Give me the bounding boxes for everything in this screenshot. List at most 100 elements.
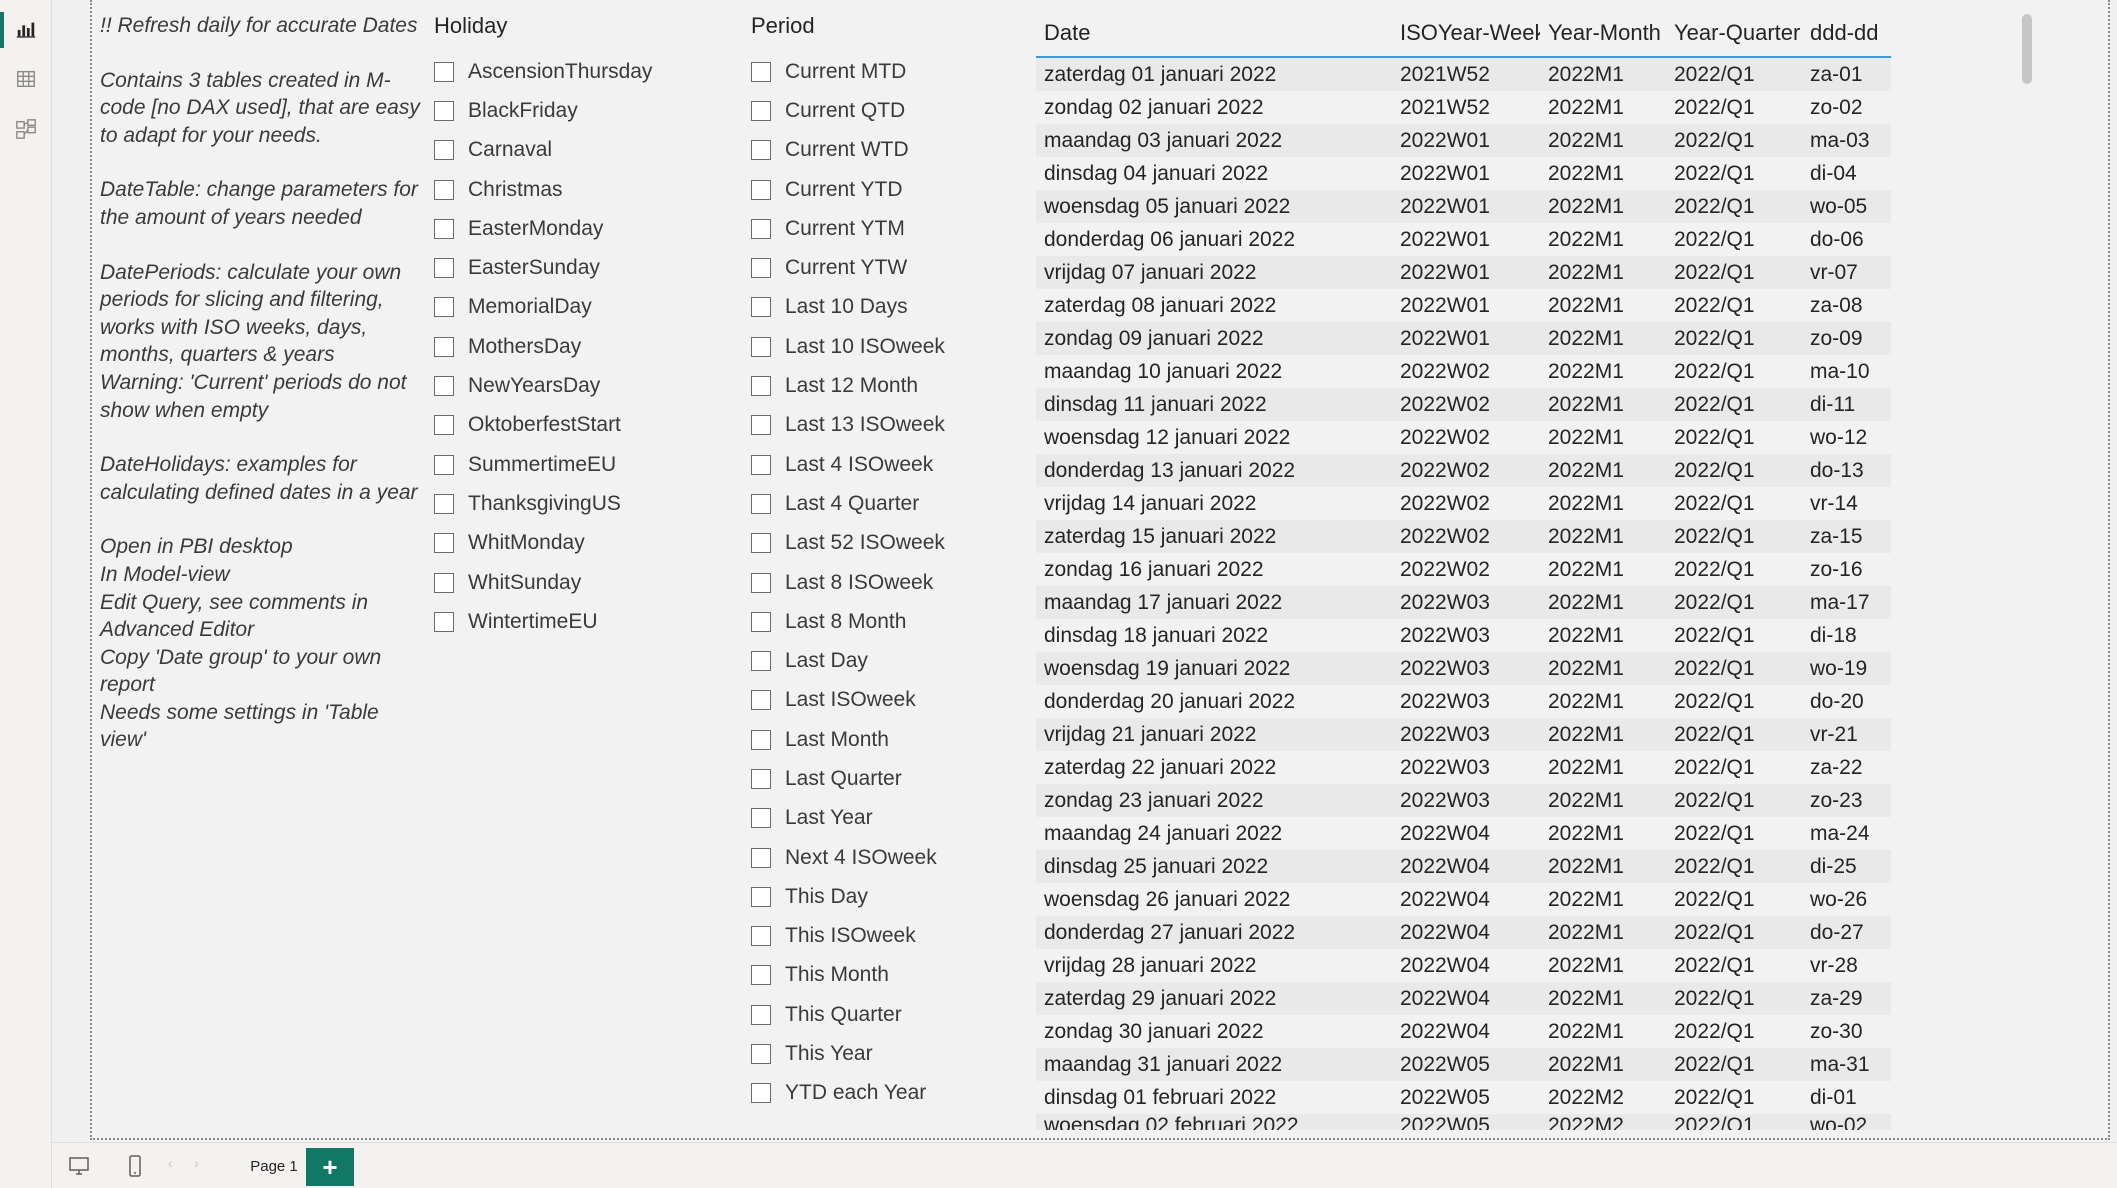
period-item-this-day[interactable]: This Day [751, 877, 1001, 916]
table-row[interactable]: donderdag 13 januari 2022 2022W02 2022M1 20… [1036, 454, 1891, 487]
period-item-last-day[interactable]: Last Day [751, 641, 1001, 680]
table-row[interactable]: maandag 31 januari 2022 2022W05 2022M1 2022… [1036, 1048, 1891, 1081]
period-item-current-ytm[interactable]: Current YTM [751, 209, 1001, 248]
holiday-item-mothersday[interactable]: MothersDay [434, 327, 694, 366]
period-item-current-wtd[interactable]: Current WTD [751, 131, 1001, 170]
table-row[interactable]: maandag 03 januari 2022 2022W01 2022M1 2022… [1036, 124, 1891, 157]
checkbox[interactable] [434, 493, 454, 514]
table-row[interactable]: woensdag 05 januari 2022 2022W01 2022M1 202… [1036, 190, 1891, 223]
column-header-year-month[interactable]: Year-Month [1540, 20, 1666, 46]
desktop-layout-button[interactable] [64, 1153, 94, 1179]
period-item-last-52-isoweek[interactable]: Last 52 ISOweek [751, 524, 1001, 563]
holiday-item-summertimeeu[interactable]: SummertimeEU [434, 445, 694, 484]
holiday-item-eastersunday[interactable]: EasterSunday [434, 248, 694, 287]
checkbox[interactable] [434, 179, 454, 200]
period-item-next-4-isoweek[interactable]: Next 4 ISOweek [751, 838, 1001, 877]
table-row[interactable]: woensdag 12 januari 2022 2022W02 2022M1 202… [1036, 421, 1891, 454]
checkbox[interactable] [434, 100, 454, 121]
table-row[interactable]: woensdag 19 januari 2022 2022W03 2022M1 202… [1036, 652, 1891, 685]
period-item-last-10-days[interactable]: Last 10 Days [751, 288, 1001, 327]
table-row[interactable]: woensdag 02 februari 2022 2022W05 2022M2 20… [1036, 1114, 1891, 1130]
checkbox[interactable] [751, 100, 771, 121]
checkbox[interactable] [434, 533, 454, 554]
checkbox[interactable] [751, 415, 771, 436]
checkbox[interactable] [751, 572, 771, 593]
model-view-button[interactable] [0, 104, 52, 154]
checkbox[interactable] [751, 179, 771, 200]
table-row[interactable]: dinsdag 25 januari 2022 2022W04 2022M1 2022… [1036, 850, 1891, 883]
holiday-item-oktoberfeststart[interactable]: OktoberfestStart [434, 406, 694, 445]
period-item-ytd-each-year[interactable]: YTD each Year [751, 1074, 1001, 1113]
period-item-this-year[interactable]: This Year [751, 1034, 1001, 1073]
checkbox[interactable] [751, 729, 771, 750]
holiday-item-newyearsday[interactable]: NewYearsDay [434, 366, 694, 405]
checkbox[interactable] [434, 415, 454, 436]
column-header-year-quarter[interactable]: Year-Quarter [1666, 20, 1802, 46]
period-item-current-qtd[interactable]: Current QTD [751, 91, 1001, 130]
holiday-item-christmas[interactable]: Christmas [434, 170, 694, 209]
table-row[interactable]: zaterdag 15 januari 2022 2022W02 2022M1 202… [1036, 520, 1891, 553]
period-item-this-isoweek[interactable]: This ISOweek [751, 917, 1001, 956]
checkbox[interactable] [434, 61, 454, 82]
period-item-last-8-month[interactable]: Last 8 Month [751, 602, 1001, 641]
table-row[interactable]: zaterdag 01 januari 2022 2021W52 2022M1 202… [1036, 58, 1891, 91]
checkbox[interactable] [751, 454, 771, 475]
column-header-ddd-dd[interactable]: ddd-dd [1802, 20, 1891, 46]
period-item-this-month[interactable]: This Month [751, 956, 1001, 995]
table-row[interactable]: zondag 02 januari 2022 2021W52 2022M1 2022/… [1036, 91, 1891, 124]
table-row[interactable]: zaterdag 08 januari 2022 2022W01 2022M1 202… [1036, 289, 1891, 322]
period-item-last-isoweek[interactable]: Last ISOweek [751, 681, 1001, 720]
period-item-current-mtd[interactable]: Current MTD [751, 52, 1001, 91]
table-row[interactable]: zaterdag 22 januari 2022 2022W03 2022M1 202… [1036, 751, 1891, 784]
holiday-item-wintertimeeu[interactable]: WintertimeEU [434, 602, 694, 641]
chevron-right-icon[interactable]: › [194, 1155, 199, 1171]
period-item-last-4-isoweek[interactable]: Last 4 ISOweek [751, 445, 1001, 484]
checkbox[interactable] [434, 454, 454, 475]
checkbox[interactable] [434, 611, 454, 632]
checkbox[interactable] [434, 218, 454, 239]
checkbox[interactable] [751, 140, 771, 161]
table-row[interactable]: vrijdag 14 januari 2022 2022W02 2022M1 2022… [1036, 487, 1891, 520]
period-item-current-ytw[interactable]: Current YTW [751, 248, 1001, 287]
table-row[interactable]: dinsdag 04 januari 2022 2022W01 2022M1 2022… [1036, 157, 1891, 190]
checkbox[interactable] [751, 258, 771, 279]
mobile-layout-button[interactable] [120, 1153, 150, 1179]
table-row[interactable]: zondag 09 januari 2022 2022W01 2022M1 2022/… [1036, 322, 1891, 355]
checkbox[interactable] [751, 376, 771, 397]
table-row[interactable]: dinsdag 18 januari 2022 2022W03 2022M1 2022… [1036, 619, 1891, 652]
period-item-last-quarter[interactable]: Last Quarter [751, 759, 1001, 798]
period-item-last-13-isoweek[interactable]: Last 13 ISOweek [751, 406, 1001, 445]
table-row[interactable]: donderdag 20 januari 2022 2022W03 2022M1 20… [1036, 685, 1891, 718]
table-row[interactable]: dinsdag 01 februari 2022 2022W05 2022M2 202… [1036, 1081, 1891, 1114]
checkbox[interactable] [751, 926, 771, 947]
checkbox[interactable] [751, 1044, 771, 1065]
table-row[interactable]: zondag 30 januari 2022 2022W04 2022M1 2022/… [1036, 1015, 1891, 1048]
checkbox[interactable] [751, 336, 771, 357]
holiday-item-blackfriday[interactable]: BlackFriday [434, 91, 694, 130]
column-header-date[interactable]: Date [1036, 20, 1392, 46]
report-view-button[interactable] [0, 4, 52, 54]
period-item-last-10-isoweek[interactable]: Last 10 ISOweek [751, 327, 1001, 366]
period-item-last-8-isoweek[interactable]: Last 8 ISOweek [751, 563, 1001, 602]
checkbox[interactable] [751, 808, 771, 829]
table-row[interactable]: zaterdag 29 januari 2022 2022W04 2022M1 202… [1036, 982, 1891, 1015]
holiday-item-thanksgivingus[interactable]: ThanksgivingUS [434, 484, 694, 523]
period-item-last-4-quarter[interactable]: Last 4 Quarter [751, 484, 1001, 523]
chevron-left-icon[interactable]: ‹ [168, 1155, 173, 1171]
holiday-item-whitmonday[interactable]: WhitMonday [434, 524, 694, 563]
holiday-item-eastermonday[interactable]: EasterMonday [434, 209, 694, 248]
checkbox[interactable] [751, 690, 771, 711]
checkbox[interactable] [434, 297, 454, 318]
checkbox[interactable] [434, 572, 454, 593]
checkbox[interactable] [751, 886, 771, 907]
holiday-item-carnaval[interactable]: Carnaval [434, 131, 694, 170]
period-item-last-year[interactable]: Last Year [751, 799, 1001, 838]
table-row[interactable]: zondag 23 januari 2022 2022W03 2022M1 2022/… [1036, 784, 1891, 817]
period-item-current-ytd[interactable]: Current YTD [751, 170, 1001, 209]
table-row[interactable]: maandag 10 januari 2022 2022W02 2022M1 2022… [1036, 355, 1891, 388]
checkbox[interactable] [434, 258, 454, 279]
checkbox[interactable] [751, 493, 771, 514]
checkbox[interactable] [751, 1004, 771, 1025]
checkbox[interactable] [751, 297, 771, 318]
table-vertical-scrollbar[interactable] [2022, 14, 2032, 84]
